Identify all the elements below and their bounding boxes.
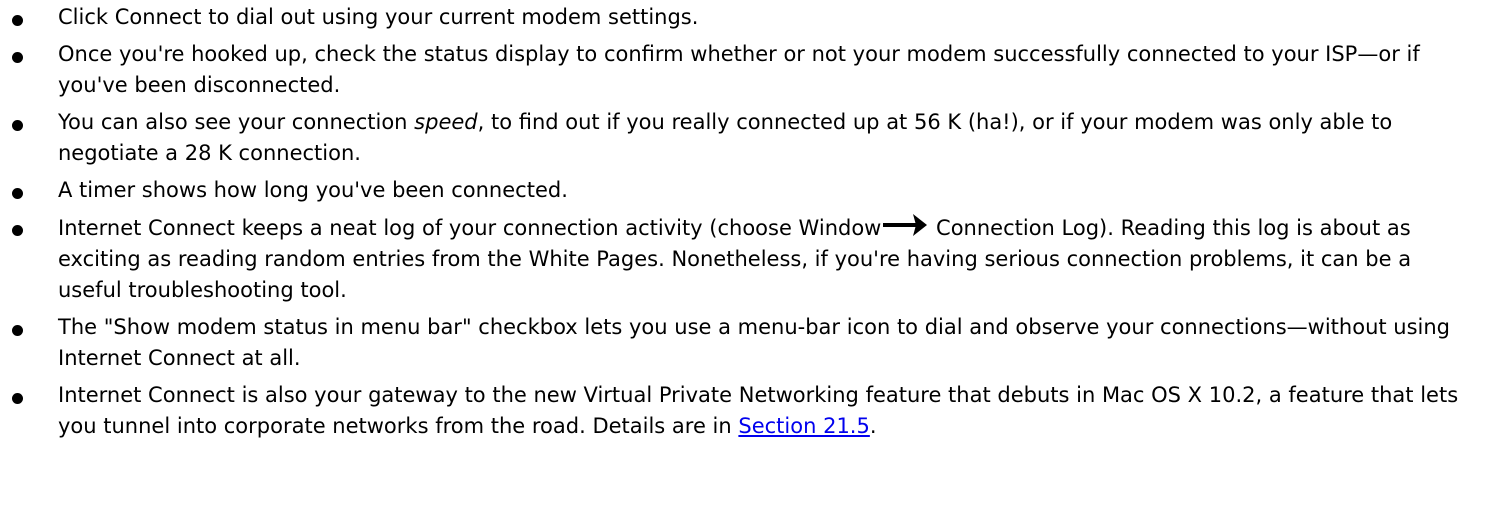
- list-item-text: Once you're hooked up, check the status …: [58, 42, 1420, 97]
- bullet-icon: [12, 52, 23, 63]
- list-item-text: Click Connect to dial out using your cur…: [58, 5, 699, 29]
- bullet-icon: [12, 225, 23, 236]
- bullet-list: Click Connect to dial out using your cur…: [0, 2, 1491, 442]
- list-item-text: .: [869, 414, 877, 438]
- list-item: Internet Connect keeps a neat log of you…: [0, 212, 1491, 306]
- list-item: You can also see your connection speed, …: [0, 107, 1491, 169]
- bullet-icon: [12, 393, 23, 404]
- list-item-text: A timer shows how long you've been conne…: [58, 178, 568, 202]
- list-item-text: You can also see your connection: [58, 110, 415, 134]
- list-item: Internet Connect is also your gateway to…: [0, 380, 1491, 442]
- list-item: A timer shows how long you've been conne…: [0, 175, 1491, 206]
- bullet-icon: [12, 120, 23, 131]
- list-item-text: Internet Connect keeps a neat log of you…: [58, 216, 882, 240]
- bullet-icon: [12, 325, 23, 336]
- list-item-text: The "Show modem status in menu bar" chec…: [58, 315, 1451, 370]
- document-page: Click Connect to dial out using your cur…: [0, 0, 1491, 442]
- section-link[interactable]: Section 21.5: [738, 414, 869, 438]
- list-item: Click Connect to dial out using your cur…: [0, 2, 1491, 33]
- list-item: The "Show modem status in menu bar" chec…: [0, 312, 1491, 374]
- emphasis-text: speed: [414, 110, 478, 134]
- right-arrow-icon: [883, 214, 928, 236]
- bullet-icon: [12, 15, 23, 26]
- list-item: Once you're hooked up, check the status …: [0, 39, 1491, 101]
- bullet-icon: [12, 188, 23, 199]
